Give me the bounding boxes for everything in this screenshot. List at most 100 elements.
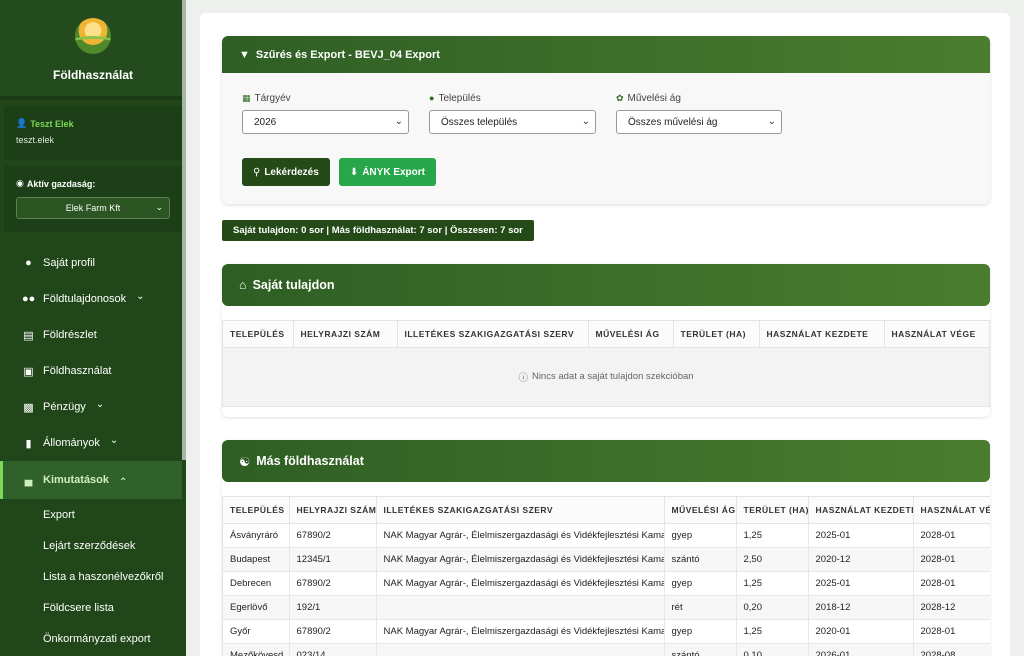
table-cell: 2028-01 — [913, 571, 990, 596]
anyk-export-button[interactable]: ⬇ ÁNYK Export — [338, 158, 436, 186]
sidebar-item-parcels[interactable]: ▤ Földrészlet — [0, 317, 182, 353]
sidebar-item-profile[interactable]: ● Saját profil — [0, 245, 182, 281]
other-table-body: Ásványráró 67890/2 NAK Magyar Agrár-, Élel… — [223, 523, 990, 656]
table-cell: 1,25 — [736, 571, 809, 596]
filter-buttons: ⚲ Lekérdezés ⬇ ÁNYK Export — [242, 158, 436, 186]
map-icon: ▤ — [23, 329, 34, 342]
binoculars-icon: ◉ — [16, 178, 24, 188]
own-table: TELEPÜLÉS HELYRAJZI SZÁM ILLETÉKES SZAKI… — [223, 321, 989, 348]
sidebar-subitem-export[interactable]: Export — [0, 499, 182, 530]
table-cell: Debrecen — [223, 571, 290, 596]
sidebar-item-label: Kimutatások — [43, 474, 110, 486]
cultivation-label: Művelési ág — [627, 92, 681, 104]
year-select[interactable]: 2026 ⌄ — [242, 110, 409, 134]
table-cell: gyep — [664, 571, 737, 596]
sidebar-item-reports[interactable]: ▄ Kimutatások ⌃ — [0, 461, 182, 499]
table-cell: 67890/2 — [289, 523, 377, 548]
settlement-select-value: Összes település — [441, 116, 518, 128]
table-cell: Mezőkövesd — [223, 643, 290, 656]
export-button-label: ÁNYK Export — [362, 166, 425, 178]
seedling-icon: ✿ — [616, 92, 624, 103]
column-header[interactable]: HASZNÁLAT KEZDETE — [808, 497, 914, 524]
table-cell: 12345/1 — [289, 547, 377, 572]
filter-card-header: ▼ Szűrés és Export - BEVJ_04 Export — [222, 36, 990, 73]
sidebar-scrollbar[interactable] — [182, 0, 186, 460]
table-cell — [376, 643, 665, 656]
query-button-label: Lekérdezés — [264, 166, 319, 178]
farm-label: Aktív gazdaság: — [26, 178, 96, 189]
own-property-title: Saját tulajdon — [252, 278, 335, 292]
sidebar-subitem-land-exchange[interactable]: Földcsere lista — [0, 592, 182, 623]
farm-label-row: ◉ Aktív gazdaság: — [16, 178, 170, 189]
sidebar-item-finance[interactable]: ▩ Pénzügy ⌄ — [0, 389, 182, 425]
table-row[interactable]: Debrecen 67890/2 NAK Magyar Agrár-, Élelmi… — [223, 571, 990, 596]
table-row[interactable]: Ásványráró 67890/2 NAK Magyar Agrár-, Élel… — [223, 523, 990, 548]
table-cell: 1,25 — [736, 523, 809, 548]
table-row[interactable]: Győr 67890/2 NAK Magyar Agrár-, Élelmiszer… — [223, 619, 990, 644]
chevron-up-icon: ⌃ — [119, 476, 128, 488]
sidebar-subitem-usufructuaries[interactable]: Lista a haszonélvezőkről — [0, 561, 182, 592]
empty-state: ⓘ Nincs adat a saját tulajdon szekcióban — [223, 347, 989, 406]
filter-card-title: Szűrés és Export - BEVJ_04 Export — [255, 48, 440, 61]
column-header[interactable]: HASZNÁLAT VÉGE — [913, 497, 990, 524]
table-row[interactable]: Budapest 12345/1 NAK Magyar Agrár-, Élelmi… — [223, 547, 990, 572]
map-marker-icon: ● — [429, 93, 435, 103]
sidebar-subitem-municipal-export[interactable]: Önkormányzati export — [0, 623, 182, 654]
column-header[interactable]: MŰVELÉSI ÁG — [588, 321, 674, 348]
sidebar-item-label: Saját profil — [43, 257, 95, 269]
table-row[interactable]: Egerlövő 192/1 rét 0,20 2018-12 2028-12 — [223, 595, 990, 620]
brand: Földhasználat — [0, 0, 186, 100]
users-icon: ●● — [22, 293, 36, 305]
table-cell: gyep — [664, 619, 737, 644]
sidebar-item-label: Pénzügy — [43, 401, 86, 413]
cultivation-select[interactable]: Összes művelési ág ⌄ — [616, 110, 782, 134]
filter-fields: ▦ Tárgyév 2026 ⌄ ● Település Összes tele… — [242, 92, 782, 134]
column-header[interactable]: HASZNÁLAT KEZDETE — [759, 321, 885, 348]
column-header[interactable]: TERÜLET (HA) — [673, 321, 760, 348]
table-cell — [376, 595, 665, 620]
query-button[interactable]: ⚲ Lekérdezés — [242, 158, 330, 186]
column-header[interactable]: TELEPÜLÉS — [223, 497, 290, 524]
table-cell: 2028-01 — [913, 523, 990, 548]
chevron-down-icon: ⌄ — [581, 116, 590, 127]
column-header[interactable]: ILLETÉKES SZAKIGAZGATÁSI SZERV — [397, 321, 589, 348]
sidebar-item-landowners[interactable]: ●● Földtulajdonosok ⌄ — [0, 281, 182, 317]
sidebar-item-landuse[interactable]: ▣ Földhasználat — [0, 353, 182, 389]
table-cell: NAK Magyar Agrár-, Élelmiszergazdasági é… — [376, 523, 665, 548]
column-header[interactable]: HASZNÁLAT VÉGE — [884, 321, 989, 348]
farm-select-value: Elek Farm Kft — [65, 203, 121, 213]
table-cell: 2028-12 — [913, 595, 990, 620]
year-label: Tárgyév — [254, 92, 291, 104]
sidebar-item-holdings[interactable]: ▮ Állományok ⌄ — [0, 425, 182, 461]
table-cell: 2020-12 — [808, 547, 914, 572]
user-login: teszt.elek — [16, 135, 55, 145]
column-header[interactable]: HELYRAJZI SZÁM — [293, 321, 398, 348]
table-header-row: TELEPÜLÉS HELYRAJZI SZÁM ILLETÉKES SZAKI… — [223, 321, 989, 348]
own-property-table: TELEPÜLÉS HELYRAJZI SZÁM ILLETÉKES SZAKI… — [222, 320, 990, 407]
column-header[interactable]: MŰVELÉSI ÁG — [664, 497, 737, 524]
year-field: ▦ Tárgyév 2026 ⌄ — [242, 92, 409, 134]
chevron-down-icon: ⌄ — [95, 398, 105, 410]
sidebar-subitem-expired-contracts[interactable]: Lejárt szerződések — [0, 530, 182, 561]
map-marked-icon: ▣ — [23, 365, 34, 378]
table-cell: 2028-01 — [913, 619, 990, 644]
table-row[interactable]: Mezőkövesd 023/14 szántó 0,10 2026-01 2028-08 — [223, 643, 990, 656]
settlement-label-row: ● Település — [429, 92, 596, 104]
user-circle-icon: ● — [25, 257, 32, 269]
table-cell: 2020-01 — [808, 619, 914, 644]
column-header[interactable]: HELYRAJZI SZÁM — [289, 497, 377, 524]
table-cell: rét — [664, 595, 737, 620]
column-header[interactable]: TERÜLET (HA) — [736, 497, 809, 524]
settlement-select[interactable]: Összes település ⌄ — [429, 110, 596, 134]
table-cell: 2,50 — [736, 547, 809, 572]
table-cell: NAK Magyar Agrár-, Élelmiszergazdasági é… — [376, 619, 665, 644]
cultivation-select-value: Összes művelési ág — [628, 116, 718, 128]
table-cell: 023/14 — [289, 643, 377, 656]
column-header[interactable]: ILLETÉKES SZAKIGAZGATÁSI SZERV — [376, 497, 665, 524]
table-cell: szántó — [664, 547, 737, 572]
farm-select[interactable]: Elek Farm Kft ⌄ — [16, 197, 170, 219]
table-cell: Ásványráró — [223, 523, 290, 548]
table-cell: 0,10 — [736, 643, 809, 656]
column-header[interactable]: TELEPÜLÉS — [223, 321, 294, 348]
chevron-down-icon: ⌄ — [109, 434, 119, 446]
